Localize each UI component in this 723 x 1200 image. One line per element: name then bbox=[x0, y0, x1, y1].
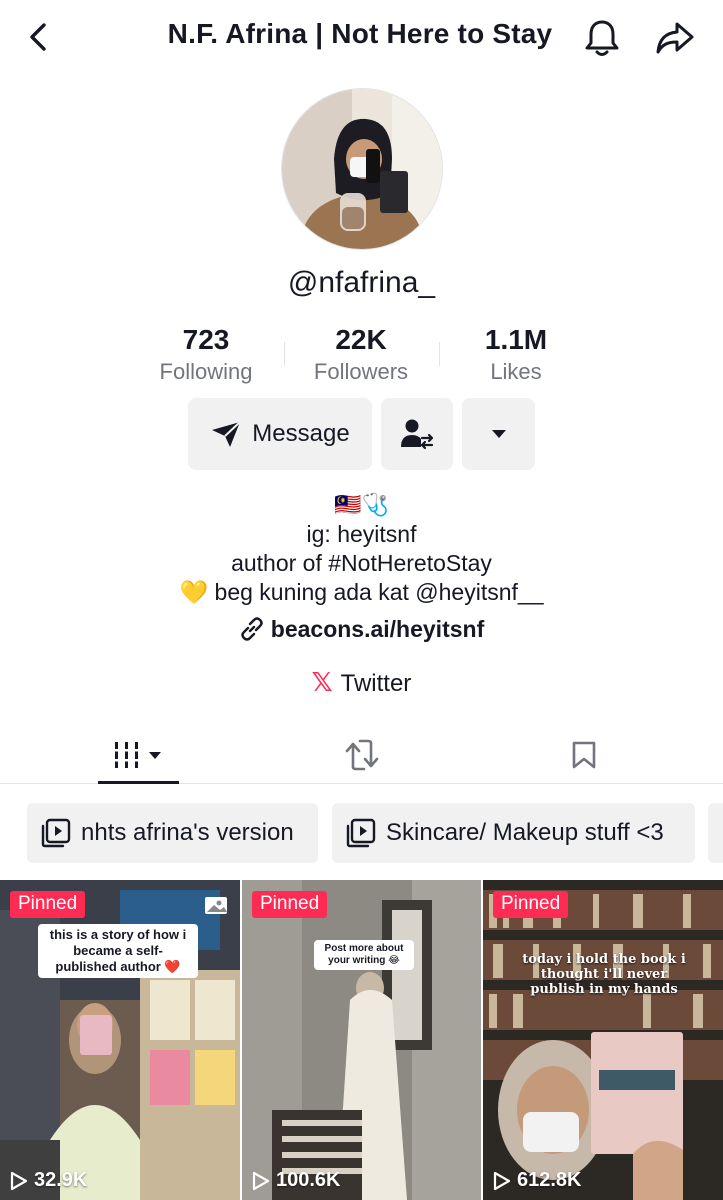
playlist-chip-partial[interactable] bbox=[708, 803, 723, 863]
photo-icon bbox=[205, 897, 227, 914]
link-icon bbox=[241, 617, 263, 641]
user-swap-icon bbox=[401, 419, 434, 450]
view-count: 32.9K bbox=[10, 1169, 87, 1192]
bio-line: 💛 beg kuning ada kat @heyitsnf__ bbox=[179, 579, 544, 605]
caret-down-icon bbox=[491, 430, 506, 438]
playlist-icon bbox=[346, 818, 376, 848]
twitter-link[interactable]: 𝕏 Twitter bbox=[0, 667, 723, 698]
playlist-chip[interactable]: Skincare/ Makeup stuff <3 bbox=[332, 803, 695, 863]
play-icon bbox=[10, 1171, 28, 1190]
page-title: N.F. Afrina | Not Here to Stay bbox=[167, 18, 553, 49]
view-count-text: 612.8K bbox=[517, 1169, 582, 1191]
view-count: 100.6K bbox=[252, 1169, 341, 1192]
likes-count: 1.1M bbox=[484, 324, 548, 355]
following-label: Following bbox=[159, 359, 253, 384]
avatar-photo bbox=[282, 89, 442, 249]
video-thumbnail[interactable]: Post more about your writing 😂 Pinned 10… bbox=[242, 880, 481, 1200]
tab-videos[interactable] bbox=[20, 726, 261, 784]
followers-stat[interactable]: 22K Followers bbox=[291, 323, 431, 385]
bell-icon[interactable] bbox=[583, 18, 621, 58]
playlist-label: nhts afrina's version bbox=[81, 819, 294, 846]
back-chevron-icon[interactable] bbox=[22, 20, 56, 54]
bio-line: author of #NotHeretoStay bbox=[231, 550, 492, 576]
top-bar: N.F. Afrina | Not Here to Stay bbox=[0, 0, 723, 76]
bio-link[interactable]: beacons.ai/heyitsnf bbox=[0, 616, 723, 643]
friends-button[interactable] bbox=[381, 398, 453, 470]
reply-comment-box: Post more about your writing 😂 bbox=[314, 940, 414, 970]
pinned-badge: Pinned bbox=[252, 891, 328, 918]
video-thumbnail-image bbox=[483, 880, 723, 1200]
repost-icon bbox=[345, 739, 378, 771]
message-button-label: Message bbox=[252, 420, 350, 447]
following-count: 723 bbox=[182, 324, 230, 355]
pinned-badge: Pinned bbox=[10, 891, 86, 918]
bio-emoji-line: 🇲🇾🩺 bbox=[334, 492, 389, 517]
stat-divider bbox=[284, 342, 285, 366]
video-thumbnail[interactable]: today i hold the book i thought i'll nev… bbox=[483, 880, 723, 1200]
playlist-icon bbox=[41, 818, 71, 848]
tab-reposts[interactable] bbox=[241, 726, 482, 784]
video-caption: this is a story of how i became a self-p… bbox=[38, 924, 198, 978]
x-logo-icon: 𝕏 bbox=[311, 667, 333, 697]
playlist-chip[interactable]: nhts afrina's version bbox=[27, 803, 318, 863]
avatar[interactable] bbox=[281, 88, 443, 250]
stat-divider bbox=[439, 342, 440, 366]
username: @nfafrina_ bbox=[287, 266, 436, 299]
more-dropdown-button[interactable] bbox=[462, 398, 535, 470]
play-icon bbox=[252, 1171, 270, 1190]
video-thumbnail[interactable]: this is a story of how i became a self-p… bbox=[0, 880, 240, 1200]
likes-stat[interactable]: 1.1M Likes bbox=[446, 323, 586, 385]
bookmark-icon bbox=[572, 741, 595, 769]
message-button[interactable]: Message bbox=[188, 398, 372, 470]
play-icon bbox=[493, 1171, 511, 1190]
share-arrow-icon[interactable] bbox=[655, 20, 695, 56]
view-count-text: 100.6K bbox=[276, 1169, 341, 1191]
pinned-badge: Pinned bbox=[493, 891, 569, 918]
video-caption: today i hold the book i thought i'll nev… bbox=[522, 952, 686, 997]
send-icon bbox=[212, 421, 241, 447]
bio-line: ig: heyitsnf bbox=[306, 521, 417, 547]
bio-link-text: beacons.ai/heyitsnf bbox=[270, 616, 485, 642]
tab-favorites[interactable] bbox=[463, 726, 704, 784]
view-count: 612.8K bbox=[493, 1169, 582, 1192]
twitter-label: Twitter bbox=[340, 670, 412, 697]
followers-count: 22K bbox=[335, 324, 387, 355]
grid-icon bbox=[112, 742, 161, 768]
view-count-text: 32.9K bbox=[34, 1169, 88, 1191]
video-thumbnail-image bbox=[242, 880, 481, 1200]
playlist-label: Skincare/ Makeup stuff <3 bbox=[386, 819, 664, 846]
active-tab-indicator bbox=[98, 781, 179, 784]
content-tabs bbox=[0, 726, 723, 784]
likes-label: Likes bbox=[490, 359, 542, 384]
video-grid: this is a story of how i became a self-p… bbox=[0, 880, 723, 1200]
following-stat[interactable]: 723 Following bbox=[136, 323, 276, 385]
followers-label: Followers bbox=[313, 359, 409, 384]
